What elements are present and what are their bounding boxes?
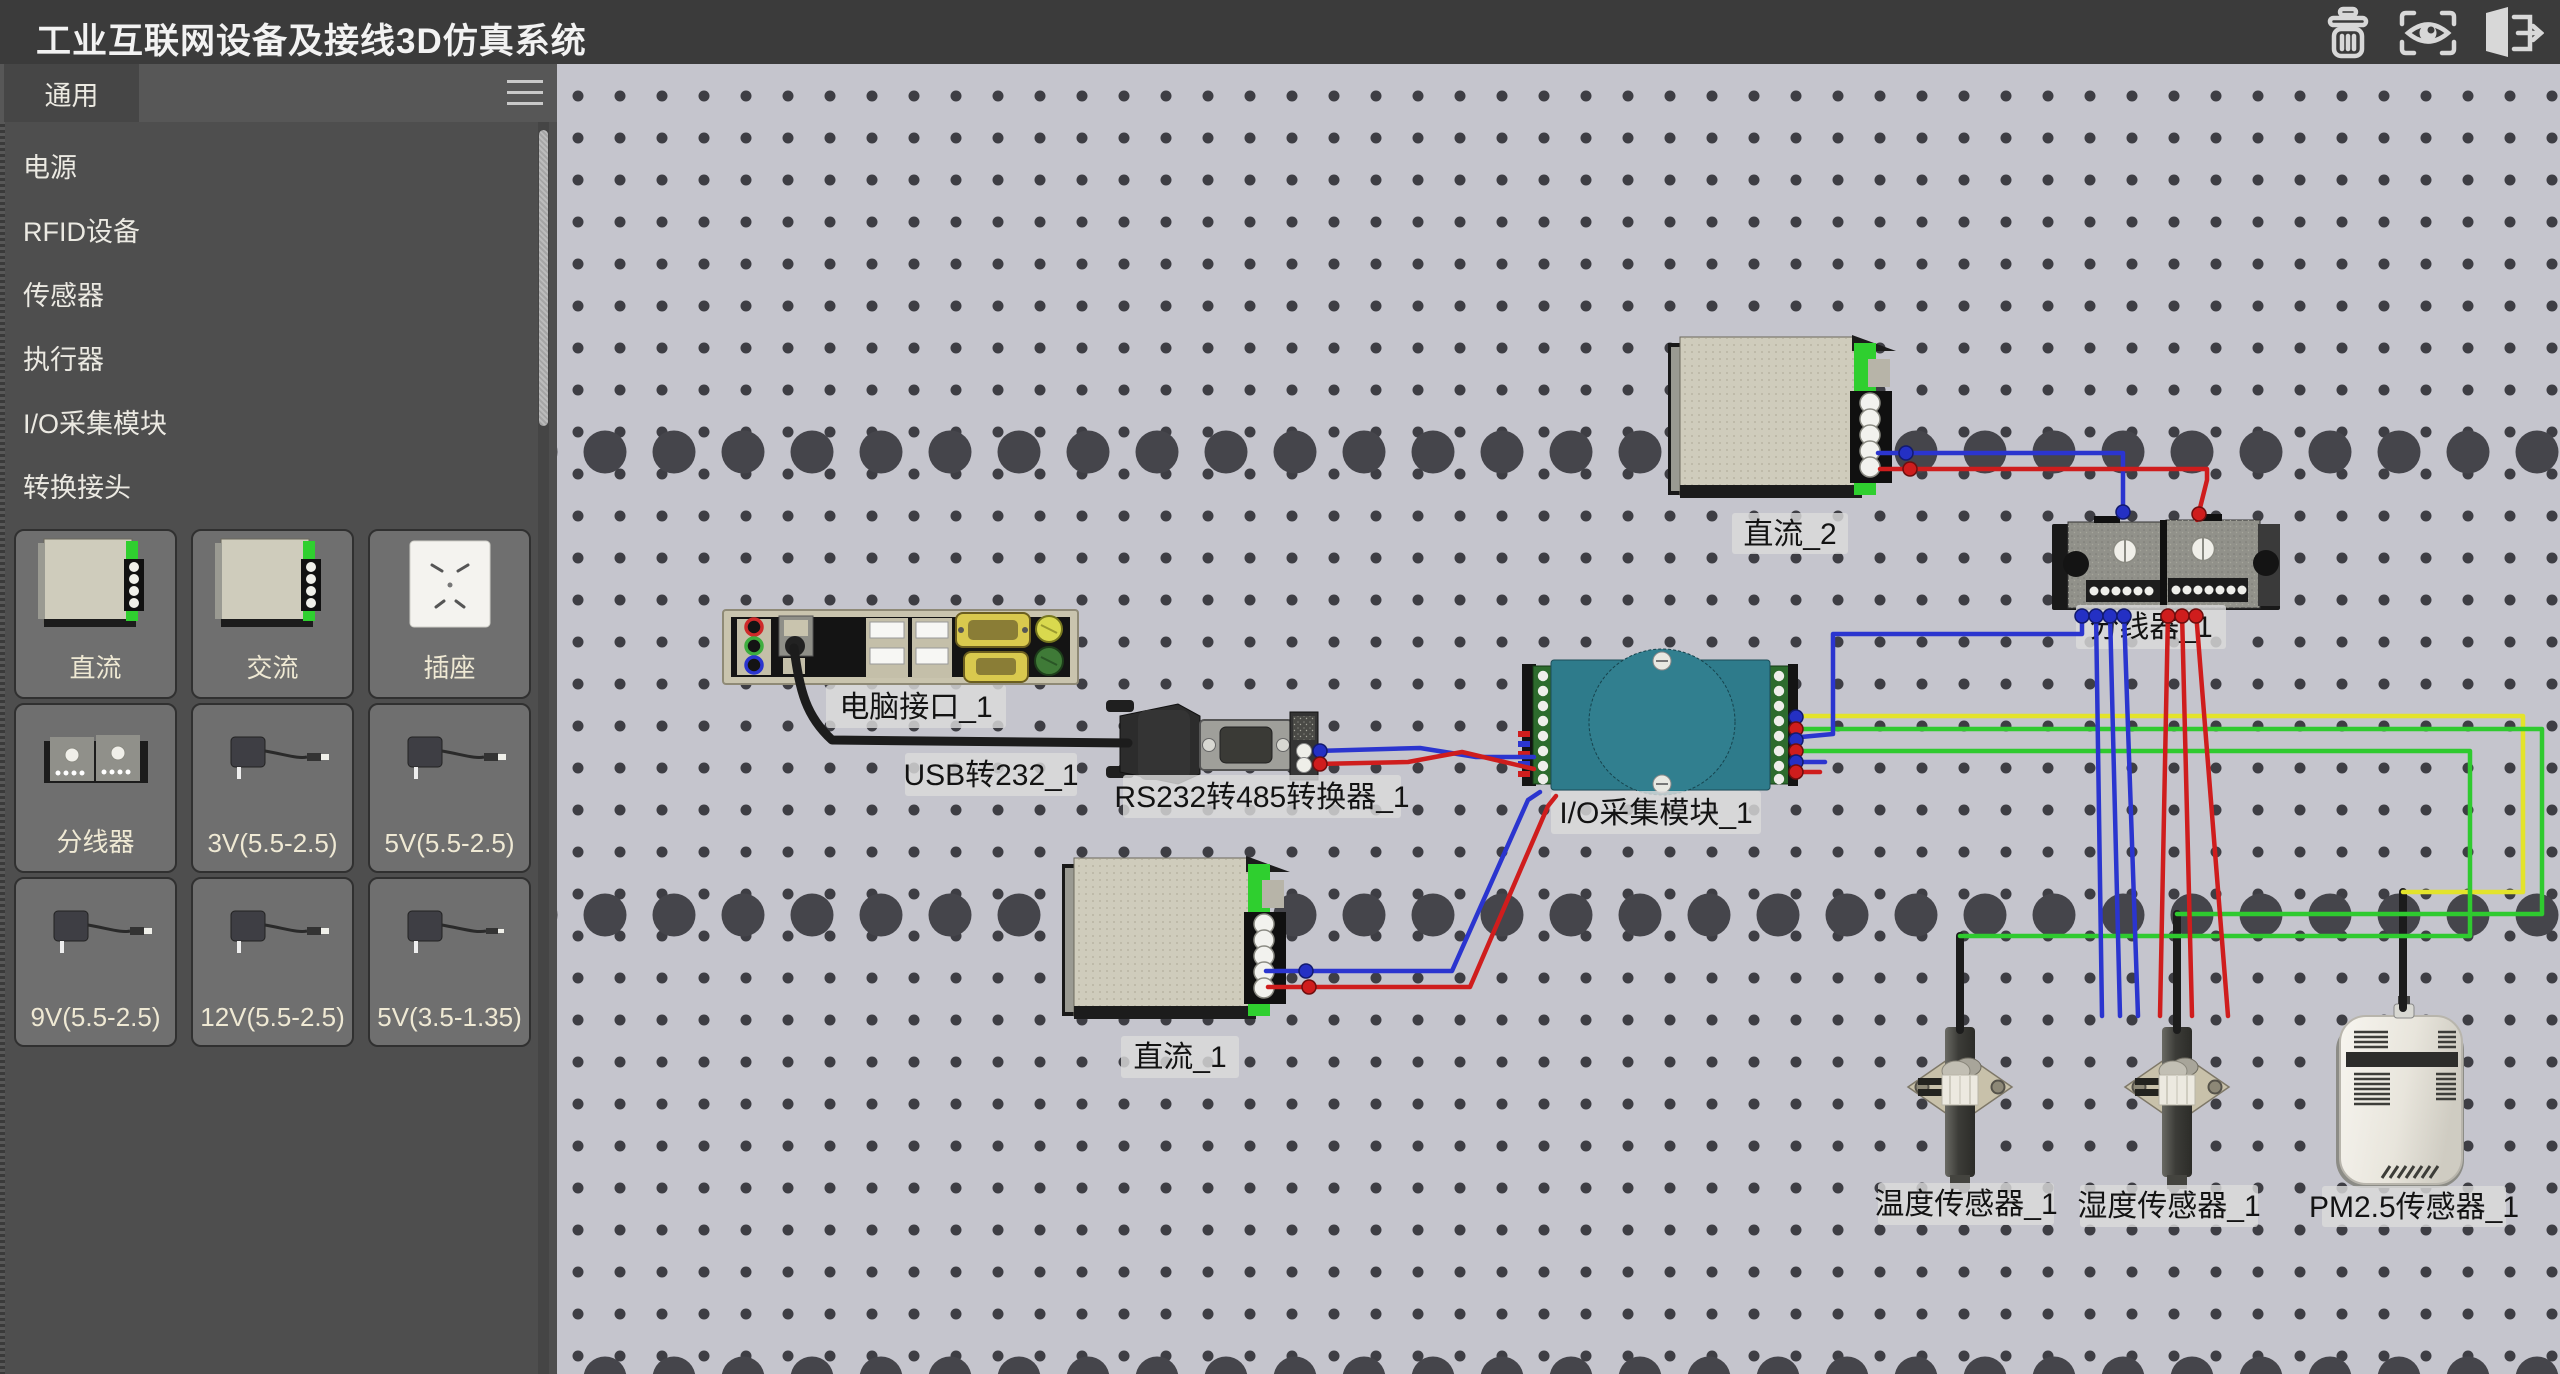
component-palette: 直流 交流 xyxy=(14,529,531,1047)
palette-item-5v-small-adapter[interactable]: 5V(3.5-1.35) xyxy=(368,877,531,1047)
palette-item-label: 分线器 xyxy=(16,822,175,859)
device-label: PM2.5传感器_1 xyxy=(2309,1186,2519,1227)
device-splitter[interactable] xyxy=(2052,514,2280,610)
adapter-icon xyxy=(203,881,343,991)
svg-text:PM2.5传感器_1: PM2.5传感器_1 xyxy=(2309,1191,2519,1224)
sidebar-item-rfid[interactable]: RFID设备 xyxy=(0,200,500,264)
device-label: RS232转485转换器_1 xyxy=(1114,775,1409,818)
dc-psu-icon xyxy=(26,533,166,643)
device-label: 湿度传感器_1 xyxy=(2077,1185,2260,1227)
svg-text:湿度传感器_1: 湿度传感器_1 xyxy=(2077,1190,2260,1223)
sidebar-scrollbar[interactable] xyxy=(538,122,549,1374)
palette-item-label: 5V(3.5-1.35) xyxy=(370,1002,529,1033)
device-label: I/O采集模块_1 xyxy=(1551,791,1761,834)
device-pc-interface[interactable] xyxy=(723,610,1078,684)
trash-icon[interactable] xyxy=(2320,5,2376,61)
sidebar-item-io-module[interactable]: I/O采集模块 xyxy=(0,392,500,456)
device-dc-power-2[interactable] xyxy=(1668,335,1896,498)
sidebar-item-adapter[interactable]: 转换接头 xyxy=(0,456,500,520)
splitter-icon xyxy=(26,707,166,817)
title-bar: 工业互联网设备及接线3D仿真系统 xyxy=(0,0,2560,64)
palette-item-label: 直流 xyxy=(16,648,175,685)
svg-text:直流_1: 直流_1 xyxy=(1133,1041,1226,1074)
palette-item-ac[interactable]: 交流 xyxy=(191,529,354,699)
adapter-icon xyxy=(380,881,520,991)
svg-text:RS232转485转换器_1: RS232转485转换器_1 xyxy=(1114,781,1409,814)
device-dc-power-1[interactable] xyxy=(1062,856,1290,1019)
palette-item-label: 交流 xyxy=(193,648,352,685)
palette-item-dc[interactable]: 直流 xyxy=(14,529,177,699)
adapter-icon xyxy=(26,881,166,991)
palette-item-splitter[interactable]: 分线器 xyxy=(14,703,177,873)
svg-text:I/O采集模块_1: I/O采集模块_1 xyxy=(1559,797,1752,830)
adapter-icon xyxy=(203,707,343,817)
ac-psu-icon xyxy=(203,533,343,643)
scrollbar-thumb[interactable] xyxy=(539,130,548,426)
palette-item-label: 插座 xyxy=(370,648,529,685)
palette-item-9v-adapter[interactable]: 9V(5.5-2.5) xyxy=(14,877,177,1047)
device-label: USB转232_1 xyxy=(903,753,1078,796)
device-label: 电脑接口_1 xyxy=(826,685,1006,728)
device-io-module[interactable] xyxy=(1518,649,1798,795)
view-icon[interactable] xyxy=(2398,8,2458,58)
app-title: 工业互联网设备及接线3D仿真系统 xyxy=(36,13,587,64)
exit-icon[interactable] xyxy=(2480,5,2544,61)
device-label: 直流_2 xyxy=(1732,513,1848,554)
palette-item-12v-adapter[interactable]: 12V(5.5-2.5) xyxy=(191,877,354,1047)
device-pm25-sensor[interactable] xyxy=(2336,996,2464,1188)
svg-text:直流_2: 直流_2 xyxy=(1743,518,1836,551)
adapter-icon xyxy=(380,707,520,817)
tab-general[interactable]: 通用 xyxy=(4,64,139,122)
toolbar xyxy=(2320,4,2544,62)
palette-item-label: 5V(5.5-2.5) xyxy=(370,828,529,859)
svg-text:电脑接口_1: 电脑接口_1 xyxy=(839,691,992,724)
socket-icon xyxy=(380,533,520,643)
sidebar-item-actuator[interactable]: 执行器 xyxy=(0,328,500,392)
device-label: 直流_1 xyxy=(1121,1036,1239,1078)
device-label: 温度传感器_1 xyxy=(1874,1183,2057,1225)
sidebar-item-power[interactable]: 电源 xyxy=(0,136,500,200)
palette-item-label: 12V(5.5-2.5) xyxy=(193,1002,352,1033)
palette-item-socket[interactable]: 插座 xyxy=(368,529,531,699)
menu-icon[interactable] xyxy=(507,80,543,106)
palette-item-3v-adapter[interactable]: 3V(5.5-2.5) xyxy=(191,703,354,873)
palette-item-label: 3V(5.5-2.5) xyxy=(193,828,352,859)
sidebar-item-sensor[interactable]: 传感器 xyxy=(0,264,500,328)
palette-item-label: 9V(5.5-2.5) xyxy=(16,1002,175,1033)
palette-item-5v-adapter[interactable]: 5V(5.5-2.5) xyxy=(368,703,531,873)
svg-text:温度传感器_1: 温度传感器_1 xyxy=(1874,1188,2057,1221)
svg-text:USB转232_1: USB转232_1 xyxy=(903,759,1078,792)
category-menu: 电源 RFID设备 传感器 执行器 I/O采集模块 转换接头 xyxy=(0,136,500,520)
sidebar-header: 通用 xyxy=(0,64,557,122)
app-window: 直流_2 分线器_1 电脑接口_1 USB转232_1 RS232转485转换器… xyxy=(0,0,2560,1374)
component-sidebar: 通用 电源 RFID设备 传感器 执行器 I/O采集模块 转换接头 xyxy=(0,64,557,1374)
